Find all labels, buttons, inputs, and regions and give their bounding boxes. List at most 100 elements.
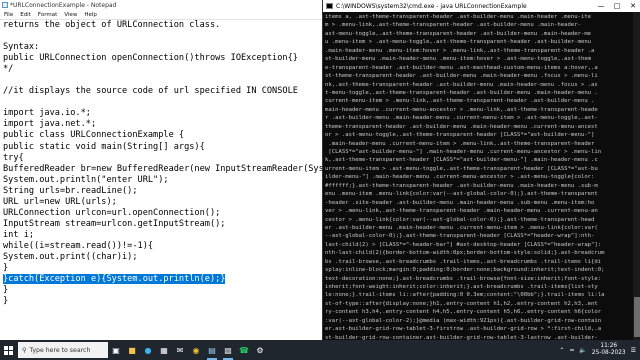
taskbar: ⚲ Type here to search ▣ ■ ● ▦ ✉ ◉ ▤ ▩ ☎ … xyxy=(0,340,640,360)
console-line: text-decoration:none;}.ast-breadcrumbs .… xyxy=(325,275,602,282)
code-line: while((i=stream.read())!=-1){ xyxy=(3,240,154,251)
code-line: BufferedReader br=new BufferedReader(new… xyxy=(3,163,322,174)
console-output[interactable]: items a, .ast-theme-transparent-header .… xyxy=(323,12,633,340)
code-line: InputStream stream=urlcon.getInputStream… xyxy=(3,218,226,229)
clock-time: 11:26 xyxy=(600,343,618,349)
notepad-window[interactable]: *URLConnectionExample - Notepad File Edi… xyxy=(0,0,322,340)
code-line: public class URLConnectionExample { xyxy=(3,130,185,141)
code-line: import java.io.*; xyxy=(3,108,91,119)
console-line: inherit;font-weight:inherit;color:inheri… xyxy=(325,284,598,290)
console-line: [CLASS*="ast-builder-menu-"] .main-heade… xyxy=(325,149,602,155)
code-line: try{ xyxy=(3,152,24,163)
console-line: k,.ast-theme-transparent-header [CLASS*=… xyxy=(325,157,598,164)
console-title: C:\WINDOWS\system32\cmd.exe - java URLCo… xyxy=(336,2,527,10)
console-line: splay:inline-block;margin:0;padding:0;bo… xyxy=(325,267,605,274)
console-line: current-menu-item > .menu-link,.ast-them… xyxy=(325,98,595,105)
notepad-icon[interactable]: ▤ xyxy=(204,340,220,360)
code-line: Syntax: xyxy=(3,42,40,53)
console-line: .main-header-menu .menu-item:hover > .me… xyxy=(325,47,595,54)
console-line: r .ast-builder-menu .main-header-menu .c… xyxy=(325,115,598,122)
cmd-icon[interactable]: ▩ xyxy=(220,340,236,360)
chevron-up-icon[interactable]: ⌃ xyxy=(559,347,564,354)
console-line: bs .trail-browse,.ast-breadcrumbs .trail… xyxy=(325,258,602,265)
console-title-bar[interactable]: C:\WINDOWS\system32\cmd.exe - java URLCo… xyxy=(323,0,640,12)
code-line: public URLConnection openConnection()thr… xyxy=(3,53,298,64)
console-line: u .menu-item > .ast-menu-toggle,.ast-the… xyxy=(325,39,592,46)
console-line: -header .site-header .ast-builder-menu .… xyxy=(325,199,595,206)
console-line: le:none;}.trail-items li::after{padding:… xyxy=(325,292,605,299)
console-line: :var(--ast-global-color-2);}@media (max-… xyxy=(325,317,602,324)
console-line: ver > .menu-link,.ast-theme-transparent-… xyxy=(325,208,598,215)
task-view-icon[interactable]: ▣ xyxy=(108,340,124,360)
console-window[interactable]: C:\WINDOWS\system32\cmd.exe - java URLCo… xyxy=(322,0,640,340)
console-line: main-header-menu .current-menu-ancestor … xyxy=(325,106,598,113)
notepad-title-bar[interactable]: *URLConnectionExample - Notepad xyxy=(0,0,322,10)
code-line: String urls=br.readLine(); xyxy=(3,185,138,196)
edge-icon[interactable]: ● xyxy=(140,340,156,360)
console-line: ry-content h3,h4,.entry-content h4,h5,.e… xyxy=(325,309,602,316)
code-line: import java.net.*; xyxy=(3,119,97,130)
code-line: URL url=new URL(urls); xyxy=(3,196,117,207)
file-explorer-icon[interactable]: ■ xyxy=(124,340,140,360)
start-button[interactable] xyxy=(0,340,16,360)
code-line: } xyxy=(3,263,9,274)
console-line: ast-menu-toggle,.ast-theme-transparent-h… xyxy=(325,30,592,37)
whatsapp-icon[interactable]: ☎ xyxy=(236,340,252,360)
console-line: t-menu-toggle,.ast-theme-transparent-hea… xyxy=(325,89,598,96)
code-line: int i; xyxy=(3,229,35,240)
menu-edit[interactable]: Edit xyxy=(20,12,31,18)
code-line: public static void main(String[] args){ xyxy=(3,141,205,152)
console-line: st-builder-menu .main-header-menu .menu-… xyxy=(325,56,592,63)
notifications-icon[interactable]: ☰ xyxy=(631,347,636,354)
menu-file[interactable]: File xyxy=(4,12,13,18)
console-line: urrent-menu-item > .ast-menu-toggle,.ast… xyxy=(325,165,598,172)
system-tray: ⌃ ≈ 🔈 11:26 25-08-2023 ☰ xyxy=(559,340,636,360)
menu-format[interactable]: Format xyxy=(38,12,57,18)
console-line: --ast-global-color-0);}.ast-theme-transp… xyxy=(325,233,595,240)
code-line: */ xyxy=(3,64,14,75)
console-line: #ffffff;}.ast-theme-transparent-header .… xyxy=(325,182,598,189)
console-window-controls: — □ ✕ xyxy=(593,0,640,12)
wifi-icon[interactable]: ≈ xyxy=(569,347,574,354)
cmd-app-icon xyxy=(326,3,333,9)
code-line: } xyxy=(3,285,9,296)
code-line: } xyxy=(3,296,9,307)
menu-view[interactable]: View xyxy=(64,12,77,18)
speaker-icon[interactable]: 🔈 xyxy=(579,347,586,354)
console-line: or > .ast-menu-toggle,.ast-theme-transpa… xyxy=(325,132,595,139)
console-line: m > .menu-link,.ast-theme-transparent-he… xyxy=(325,22,581,29)
chrome-icon[interactable]: ◉ xyxy=(188,340,204,360)
console-line: items a, .ast-theme-transparent-header .… xyxy=(325,14,592,20)
store-icon[interactable]: ▦ xyxy=(156,340,172,360)
minimize-icon[interactable]: — xyxy=(593,0,609,12)
code-line: returns the object of URLConnection clas… xyxy=(3,20,221,30)
search-icon: ⚲ xyxy=(22,346,27,354)
search-box[interactable]: ⚲ Type here to search xyxy=(18,342,108,358)
console-line: nk,.ast-theme-transparent-header .ast-bu… xyxy=(325,81,598,88)
code-line: System.out.print((char)i); xyxy=(3,251,138,262)
settings-icon[interactable]: ⚙ xyxy=(252,340,268,360)
notepad-app-icon xyxy=(2,2,8,8)
maximize-icon[interactable]: □ xyxy=(609,0,625,12)
code-line: }catch(Exception e){System.out.println(e… xyxy=(3,274,226,285)
clock-date: 25-08-2023 xyxy=(591,350,626,356)
menu-help[interactable]: Help xyxy=(84,12,97,18)
console-scrollbar[interactable] xyxy=(633,12,640,340)
mail-icon[interactable]: ✉ xyxy=(172,340,188,360)
scrollbar-thumb[interactable] xyxy=(634,297,640,337)
console-line: enu .menu-item .menu-link{color:var(--as… xyxy=(325,191,598,198)
notepad-menu-bar: File Edit Format View Help xyxy=(0,10,322,20)
clock[interactable]: 11:26 25-08-2023 xyxy=(592,343,626,357)
code-line: //it displays the source code of url spe… xyxy=(3,86,298,97)
notepad-title: *URLConnectionExample - Notepad xyxy=(10,1,117,9)
console-line: theme-transparent-header .ast-builder-me… xyxy=(325,123,598,130)
console-line: .main-header-menu .current-menu-item > .… xyxy=(325,140,595,147)
notepad-text-area[interactable]: returns the object of URLConnection clas… xyxy=(0,20,322,340)
console-line: st-theme-transparent-header .ast-builder… xyxy=(325,73,598,80)
console-line: st-of-type::after{display:none;}h1,.entr… xyxy=(325,300,598,307)
console-line: e-transparent-header .ast-builder-menu .… xyxy=(325,64,598,71)
close-icon[interactable]: ✕ xyxy=(625,0,640,12)
